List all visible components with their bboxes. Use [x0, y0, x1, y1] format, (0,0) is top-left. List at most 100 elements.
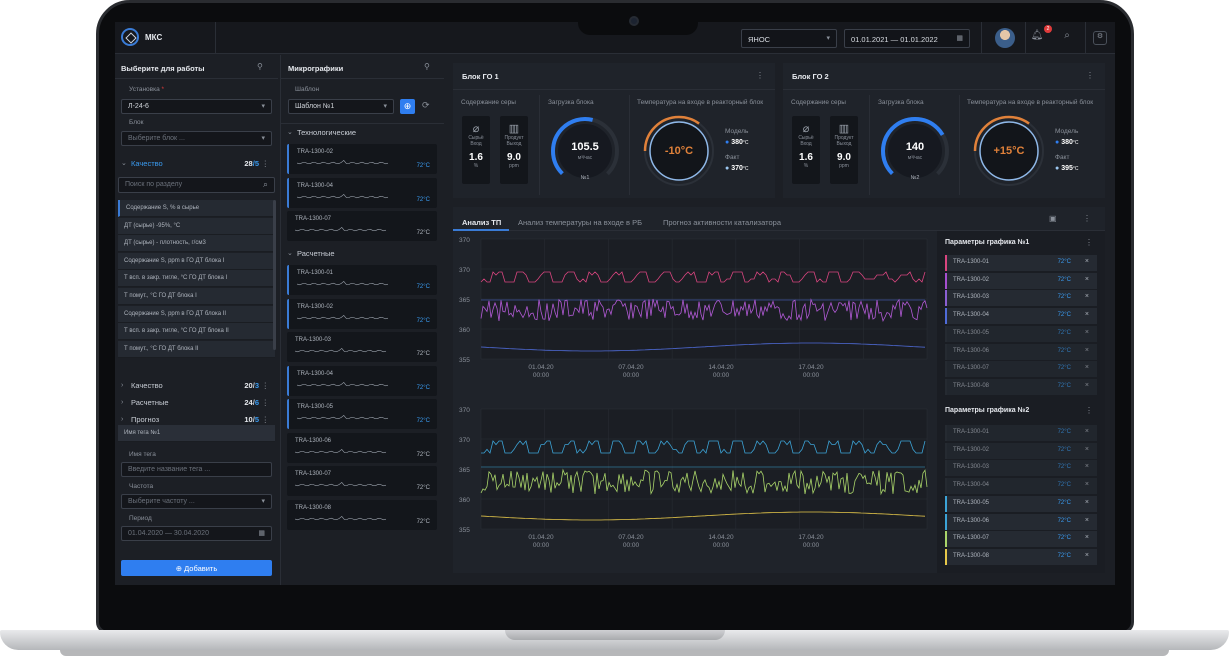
sidebar-title: Выберите для работы	[121, 64, 205, 73]
plant-select[interactable]: ЯНОС ▾	[741, 29, 837, 48]
close-icon[interactable]: ×	[1085, 276, 1089, 283]
group-item[interactable]: › Расчетные 24/6 ⋮	[115, 395, 275, 409]
close-icon[interactable]: ×	[1085, 552, 1089, 559]
close-icon[interactable]: ×	[1085, 258, 1089, 265]
close-icon[interactable]: ×	[1085, 463, 1089, 470]
close-icon[interactable]: ×	[1085, 499, 1089, 506]
save-icon[interactable]: ▣	[1049, 214, 1057, 223]
refresh-icon[interactable]: ⟳	[422, 100, 430, 111]
close-icon[interactable]: ×	[1085, 311, 1089, 318]
tag-name-input[interactable]: Введите название тега ...	[121, 462, 272, 477]
legend-row[interactable]: TRA-1300-03 72°C ×	[945, 460, 1097, 477]
micrograph-card[interactable]: TRA-1300-01 72°C	[287, 265, 437, 295]
list-item[interactable]: Содержание S, ppm в ГО ДТ блока II	[118, 305, 275, 323]
chevron-down-icon: ▾	[261, 135, 265, 142]
add-template-button[interactable]: ⊕	[400, 99, 415, 114]
micrograph-card[interactable]: TRA-1300-05 72°C	[287, 399, 437, 429]
y-tick-label: 355	[459, 357, 470, 364]
template-select[interactable]: Шаблон №1 ▾	[288, 99, 394, 114]
legend-row[interactable]: TRA-1300-06 72°C ×	[945, 343, 1097, 360]
card-name: TRA-1300-08	[295, 504, 332, 511]
search-icon[interactable]: ⌕	[1059, 30, 1075, 46]
card-name: TRA-1300-06	[295, 437, 332, 444]
legend-row[interactable]: TRA-1300-02 72°C ×	[945, 442, 1097, 459]
close-icon[interactable]: ×	[1085, 329, 1089, 336]
list-item[interactable]: Содержание S, % в сырье	[118, 200, 275, 217]
notification-badge: 2	[1044, 25, 1052, 33]
install-select[interactable]: Л-24-6 ▾	[121, 99, 272, 114]
micrograph-card[interactable]: TRA-1300-07 72°C	[287, 211, 437, 241]
sparkline	[297, 381, 389, 386]
close-icon[interactable]: ×	[1085, 534, 1089, 541]
micrograph-card[interactable]: TRA-1300-03 72°C	[287, 332, 437, 362]
close-icon[interactable]: ×	[1085, 382, 1089, 389]
tag-name-label: Имя тега	[129, 451, 156, 458]
bell-icon[interactable]: 🔔︎	[1029, 30, 1045, 46]
close-icon[interactable]: ×	[1085, 347, 1089, 354]
freq-select[interactable]: Выберите частоту ... ▾	[121, 494, 272, 509]
legend-row[interactable]: TRA-1300-08 72°C ×	[945, 548, 1097, 565]
legend-row[interactable]: TRA-1300-08 72°C ×	[945, 378, 1097, 395]
close-icon[interactable]: ×	[1085, 293, 1089, 300]
list-item[interactable]: Т помут., °С ГО ДТ блока II	[118, 340, 275, 358]
legend-row[interactable]: TRA-1300-01 72°C ×	[945, 255, 1097, 271]
scrollbar[interactable]	[273, 200, 276, 350]
tab-analysis-tp[interactable]: Анализ ТП	[462, 218, 501, 227]
more-icon[interactable]: ⋮	[1083, 214, 1091, 223]
list-item[interactable]: Содержание S, ppm в ГО ДТ блока I	[118, 252, 275, 270]
chevron-down-icon: ▾	[261, 103, 265, 110]
pin-icon[interactable]: ⚲	[257, 62, 263, 71]
more-icon[interactable]: ⋮	[1086, 71, 1094, 80]
section-calculated[interactable]: ⌄ Расчетные	[281, 246, 441, 260]
list-item[interactable]: ДТ (сырье) -95%, °С	[118, 217, 275, 235]
block-select[interactable]: Выберите блок ... ▾	[121, 131, 272, 146]
close-icon[interactable]: ×	[1085, 364, 1089, 371]
group-quality-open[interactable]: ⌄ Качество 28/5 ⋮	[115, 156, 275, 170]
period-label: Период	[129, 515, 152, 522]
legend-row[interactable]: TRA-1300-02 72°C ×	[945, 272, 1097, 289]
legend-row[interactable]: TRA-1300-03 72°C ×	[945, 290, 1097, 307]
legend-row[interactable]: TRA-1300-07 72°C ×	[945, 531, 1097, 548]
legend-row[interactable]: TRA-1300-05 72°C ×	[945, 325, 1097, 342]
section-search-input[interactable]: Поиск по разделу ⌕	[118, 177, 275, 193]
more-icon[interactable]: ⋮	[1085, 238, 1093, 247]
tag-item[interactable]: Имя тега №1	[118, 425, 275, 442]
tab-temp-analysis[interactable]: Анализ температуры на входе в РБ	[518, 218, 642, 227]
legend-row[interactable]: TRA-1300-04 72°C ×	[945, 478, 1097, 495]
legend-row[interactable]: TRA-1300-05 72°C ×	[945, 495, 1097, 512]
micrograph-card[interactable]: TRA-1300-02 72°C	[287, 144, 437, 174]
close-icon[interactable]: ×	[1085, 428, 1089, 435]
date-range-picker[interactable]: 01.01.2021 — 01.01.2022 ▦	[844, 29, 970, 48]
micrograph-card[interactable]: TRA-1300-04 72°C	[287, 177, 437, 208]
micrograph-card[interactable]: TRA-1300-02 72°C	[287, 298, 437, 329]
tab-catalyst-forecast[interactable]: Прогноз активности катализатора	[663, 218, 781, 227]
product-tile: ▥ Продукт Выход 9.0 ppm	[830, 116, 858, 184]
raw-tile: ⌀ Сырьё Вход 1.6%	[462, 116, 490, 184]
legend-row[interactable]: TRA-1300-04 72°C ×	[945, 308, 1097, 325]
legend-row[interactable]: TRA-1300-06 72°C ×	[945, 513, 1097, 530]
pin-icon[interactable]: ⚲	[424, 62, 430, 71]
list-item[interactable]: Т помут., °С ГО ДТ блока I	[118, 288, 275, 305]
add-button[interactable]: ⊕ Добавить	[121, 560, 272, 576]
micrograph-card[interactable]: TRA-1300-06 72°C	[287, 432, 437, 463]
list-item[interactable]: Т всп. в закр. тигле, °С ГО ДТ блока II	[118, 323, 275, 341]
period-picker[interactable]: 01.04.2020 — 30.04.2020 ▦	[121, 526, 272, 541]
micrograph-card[interactable]: TRA-1300-08 72°C	[287, 499, 437, 530]
avatar[interactable]	[995, 28, 1015, 48]
legend-row[interactable]: TRA-1300-07 72°C ×	[945, 361, 1097, 378]
micrograph-card[interactable]: TRA-1300-07 72°C	[287, 466, 437, 496]
more-icon[interactable]: ⋮	[756, 71, 764, 80]
micrograph-card[interactable]: TRA-1300-04 72°C	[287, 365, 437, 396]
group-item[interactable]: › Прогноз 10/5 ⋮	[115, 412, 275, 426]
app-logo[interactable]: МКС	[121, 28, 162, 46]
close-icon[interactable]: ×	[1085, 481, 1089, 488]
section-technological[interactable]: ⌄ Технологические	[281, 125, 441, 139]
more-icon[interactable]: ⋮	[1085, 406, 1093, 415]
legend-row[interactable]: TRA-1300-01 72°C ×	[945, 425, 1097, 441]
list-item[interactable]: Т всп. в закр. тигле, °С ГО ДТ блока I	[118, 270, 275, 288]
close-icon[interactable]: ×	[1085, 446, 1089, 453]
group-item[interactable]: › Качество 20/3 ⋮	[115, 378, 275, 392]
list-item[interactable]: ДТ (сырье) - плотность, г/см3	[118, 235, 275, 253]
settings-icon[interactable]: ⚙︎	[1093, 31, 1107, 45]
close-icon[interactable]: ×	[1085, 517, 1089, 524]
